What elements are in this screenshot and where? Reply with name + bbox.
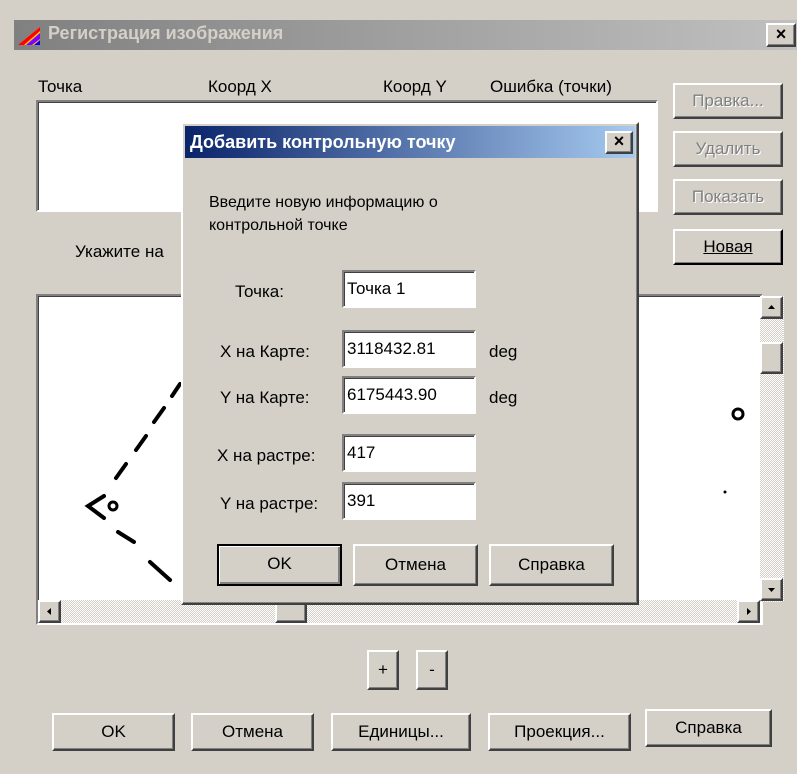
scroll-down-icon (768, 588, 775, 592)
units-button[interactable]: Единицы... (331, 713, 471, 751)
zoom-out-button[interactable]: - (416, 650, 448, 690)
main-title-bar[interactable]: Регистрация изображения × (14, 20, 797, 50)
y-map-label: Y на Карте: (220, 388, 310, 407)
scroll-right-button[interactable] (737, 600, 760, 623)
delete-button[interactable]: Удалить (673, 131, 783, 167)
add-control-point-dialog: Добавить контрольную точку × Введите нов… (181, 122, 639, 605)
show-button[interactable]: Показать (673, 179, 783, 215)
vscroll-thumb[interactable] (760, 342, 783, 374)
scroll-up-button[interactable] (760, 296, 783, 319)
y-map-input[interactable] (342, 376, 476, 414)
dialog-title-text: Добавить контрольную точку (190, 132, 456, 152)
dialog-prompt-line2: контрольной точке (209, 217, 348, 234)
column-header-error: Ошибка (точки) (490, 77, 612, 96)
scroll-up-icon (768, 305, 775, 309)
ok-button[interactable]: OK (52, 713, 175, 751)
point-label: Точка: (235, 282, 284, 301)
main-close-button[interactable]: × (766, 23, 796, 47)
scroll-left-icon (47, 608, 51, 615)
x-map-input[interactable] (342, 330, 476, 368)
y-raster-input[interactable] (342, 482, 476, 520)
projection-button[interactable]: Проекция... (488, 713, 631, 751)
scroll-left-button[interactable] (38, 600, 61, 623)
column-header-coord-x: Коорд X (208, 77, 272, 96)
close-icon: × (775, 24, 787, 44)
dialog-ok-button[interactable]: OK (217, 544, 342, 586)
help-button[interactable]: Справка (645, 709, 772, 747)
zoom-in-button[interactable]: + (367, 650, 399, 690)
x-raster-input[interactable] (342, 434, 476, 472)
cancel-button[interactable]: Отмена (191, 713, 314, 751)
y-raster-label: Y на растре: (220, 494, 319, 513)
x-map-unit: deg (489, 342, 518, 361)
dialog-close-button[interactable]: × (605, 131, 633, 154)
scroll-down-button[interactable] (760, 578, 783, 601)
x-map-label: X на Карте: (220, 342, 310, 361)
new-button[interactable]: Новая (673, 229, 783, 265)
edit-button[interactable]: Правка... (673, 83, 783, 119)
dialog-prompt-line1: Введите новую информацию о (209, 194, 438, 211)
y-map-unit: deg (489, 388, 518, 407)
instruction-label: Укажите на (75, 242, 164, 261)
main-title-text: Регистрация изображения (48, 23, 284, 43)
x-raster-label: X на растре: (217, 446, 316, 465)
dialog-help-button[interactable]: Справка (489, 544, 614, 586)
scroll-right-icon (747, 608, 751, 615)
dialog-cancel-button[interactable]: Отмена (353, 544, 478, 586)
column-header-point: Точка (38, 77, 83, 96)
dialog-title-bar[interactable]: Добавить контрольную точку × (185, 126, 635, 158)
column-header-coord-y: Коорд Y (383, 77, 447, 96)
app-icon (18, 27, 40, 45)
close-icon: × (613, 131, 625, 151)
point-input[interactable] (342, 270, 476, 308)
